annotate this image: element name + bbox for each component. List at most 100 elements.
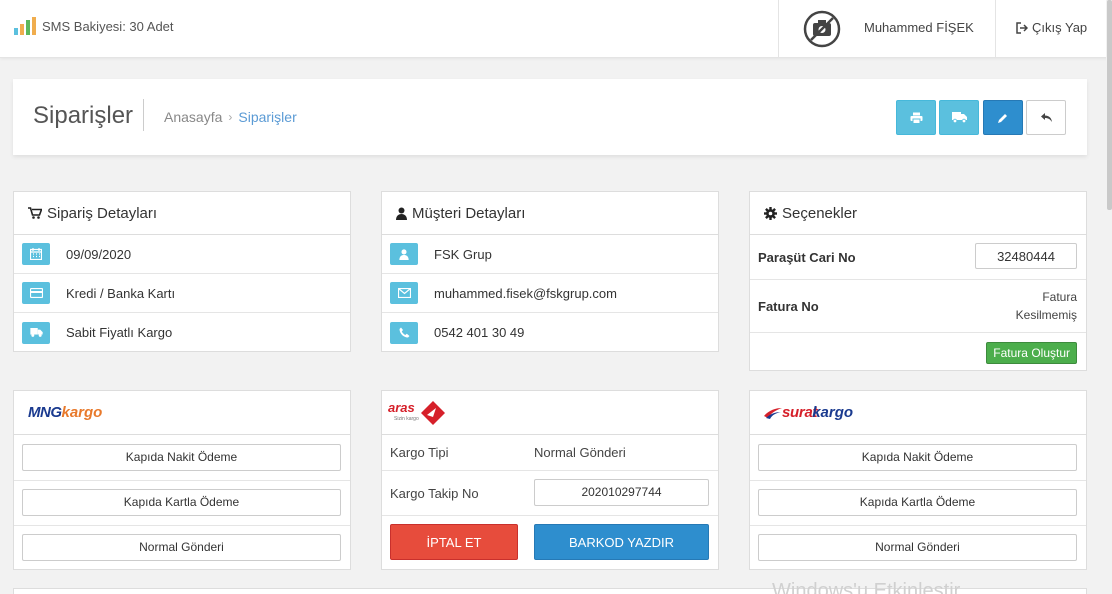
mng-normal-shipping-button[interactable]: Normal Gönderi — [22, 534, 341, 561]
surat-card-on-delivery-button[interactable]: Kapıda Kartla Ödeme — [758, 489, 1077, 516]
divider — [750, 525, 1086, 526]
sign-out-icon — [1016, 21, 1028, 34]
shipping-method-row: Sabit Fiyatlı Kargo — [14, 313, 350, 352]
breadcrumb: Anasayfa › Siparişler — [164, 109, 297, 125]
order-details-card: Sipariş Detayları 09/09/2020 Kredi / Ban… — [13, 191, 351, 352]
tracking-label: Kargo Takip No — [390, 486, 479, 501]
page-header: Siparişler Anasayfa › Siparişler — [13, 79, 1087, 155]
invoice-status: Fatura Kesilmemiş — [1016, 288, 1077, 324]
edit-button[interactable] — [983, 100, 1023, 135]
phone-icon — [390, 321, 418, 344]
sms-balance-label: SMS Bakiyesi: 30 Adet — [42, 18, 174, 34]
card-title: Müşteri Detayları — [412, 204, 526, 222]
mng-logo: MNG kargo — [14, 391, 350, 435]
aras-logo: aras Sizin kargo — [382, 391, 718, 435]
aras-logo-mark: aras Sizin kargo — [388, 398, 448, 428]
customer-details-card: Müşteri Detayları FSK Grup muhammed.fise… — [381, 191, 719, 352]
divider — [143, 99, 144, 131]
aras-logo-icon — [421, 400, 445, 425]
card-header: Sipariş Detayları — [14, 192, 350, 235]
aras-cargo-card: aras Sizin kargo Kargo Tipi Normal Gönde… — [381, 390, 719, 570]
cancel-shipment-button[interactable]: İPTAL ET — [390, 524, 518, 560]
invoice-action-row: Fatura Oluştur — [750, 333, 1086, 370]
mng-logo-text: kargo — [61, 404, 103, 421]
truck-icon — [951, 112, 967, 123]
gear-icon — [764, 206, 777, 220]
parasut-row: Paraşüt Cari No — [750, 235, 1086, 280]
breadcrumb-separator: › — [228, 110, 233, 124]
mng-logo-text: MNG — [28, 404, 62, 421]
breadcrumb-home[interactable]: Anasayfa — [164, 109, 222, 125]
surat-cash-on-delivery-button[interactable]: Kapıda Nakit Ödeme — [758, 444, 1077, 471]
print-icon — [910, 112, 922, 124]
parasut-label: Paraşüt Cari No — [758, 249, 856, 265]
aras-logo-text: aras — [388, 399, 415, 415]
pencil-icon — [998, 113, 1007, 123]
mng-cash-on-delivery-button[interactable]: Kapıda Nakit Ödeme — [22, 444, 341, 471]
windows-activation-watermark: Windows'u Etkinleştir — [772, 580, 961, 594]
no-photo-avatar-icon[interactable] — [803, 10, 841, 48]
invoice-status-line: Fatura — [1042, 290, 1077, 304]
logout-button[interactable]: Çıkış Yap — [1016, 20, 1087, 35]
shipping-method: Sabit Fiyatlı Kargo — [66, 325, 173, 340]
customer-email-row: muhammed.fisek@fskgrup.com — [382, 274, 718, 313]
breadcrumb-current[interactable]: Siparişler — [238, 109, 296, 125]
user-icon — [390, 243, 418, 265]
top-bar: SMS Bakiyesi: 30 Adet Muhammed FİŞEK Çık… — [0, 0, 1112, 58]
card-header: Seçenekler — [750, 192, 1086, 235]
surat-normal-shipping-button[interactable]: Normal Gönderi — [758, 534, 1077, 561]
tracking-number-field[interactable]: 202010297744 — [534, 479, 709, 506]
card-title: Sipariş Detayları — [47, 204, 158, 222]
reply-icon — [1040, 113, 1052, 122]
surat-logo-text: kargo — [812, 404, 854, 421]
card-title: Seçenekler — [782, 204, 858, 222]
customer-phone-row: 0542 401 30 49 — [382, 313, 718, 352]
order-date-row: 09/09/2020 — [14, 235, 350, 274]
customer-phone[interactable]: 0542 401 30 49 — [434, 325, 524, 340]
payment-method-row: Kredi / Banka Kartı — [14, 274, 350, 313]
bar-chart-icon — [14, 17, 36, 35]
mng-cargo-card: MNG kargo Kapıda Nakit Ödeme Kapıda Kart… — [13, 390, 351, 570]
surat-cargo-card: surat kargo Kapıda Nakit Ödeme Kapıda Kar… — [749, 390, 1087, 570]
customer-name-row: FSK Grup — [382, 235, 718, 274]
aras-logo-subtext: Sizin kargo — [394, 415, 419, 422]
sms-balance[interactable]: SMS Bakiyesi: 30 Adet — [14, 17, 174, 35]
invoice-row: Fatura No Fatura Kesilmemiş — [750, 280, 1086, 333]
mng-card-on-delivery-button[interactable]: Kapıda Kartla Ödeme — [22, 489, 341, 516]
divider — [995, 0, 996, 58]
order-date: 09/09/2020 — [66, 246, 132, 262]
invoice-status-line: Kesilmemiş — [1015, 308, 1077, 322]
parasut-cari-input[interactable] — [975, 243, 1077, 269]
truck-icon — [22, 321, 50, 344]
print-button[interactable] — [896, 100, 936, 135]
customer-name: FSK Grup — [434, 246, 492, 262]
divider — [14, 480, 350, 481]
user-icon — [396, 207, 407, 220]
create-invoice-button[interactable]: Fatura Oluştur — [986, 342, 1077, 364]
surat-logo: surat kargo — [750, 391, 1086, 435]
page-title: Siparişler — [33, 102, 134, 129]
shipping-button[interactable] — [939, 100, 979, 135]
divider — [750, 480, 1086, 481]
tracking-row: Kargo Takip No 202010297744 — [382, 471, 718, 516]
credit-card-icon — [22, 282, 50, 304]
shopping-cart-icon — [28, 207, 42, 219]
cargo-type-label: Kargo Tipi — [390, 445, 449, 460]
invoice-label: Fatura No — [758, 298, 819, 314]
options-card: Seçenekler Paraşüt Cari No Fatura No Fat… — [749, 191, 1087, 371]
cargo-type-row: Kargo Tipi Normal Gönderi — [382, 435, 718, 471]
divider — [14, 525, 350, 526]
card-header: Müşteri Detayları — [382, 192, 718, 235]
divider — [778, 0, 779, 58]
scrollbar-thumb[interactable] — [1107, 0, 1112, 210]
back-button[interactable] — [1026, 100, 1066, 135]
scrollbar[interactable] — [1106, 0, 1112, 594]
envelope-icon — [390, 282, 418, 304]
logout-label: Çıkış Yap — [1032, 20, 1088, 35]
username[interactable]: Muhammed FİŞEK — [864, 20, 974, 35]
surat-swoosh-icon — [764, 407, 782, 419]
customer-email[interactable]: muhammed.fisek@fskgrup.com — [434, 286, 617, 301]
print-barcode-button[interactable]: BARKOD YAZDIR — [534, 524, 709, 560]
calendar-icon — [22, 243, 50, 265]
cargo-type-value: Normal Gönderi — [534, 445, 626, 460]
